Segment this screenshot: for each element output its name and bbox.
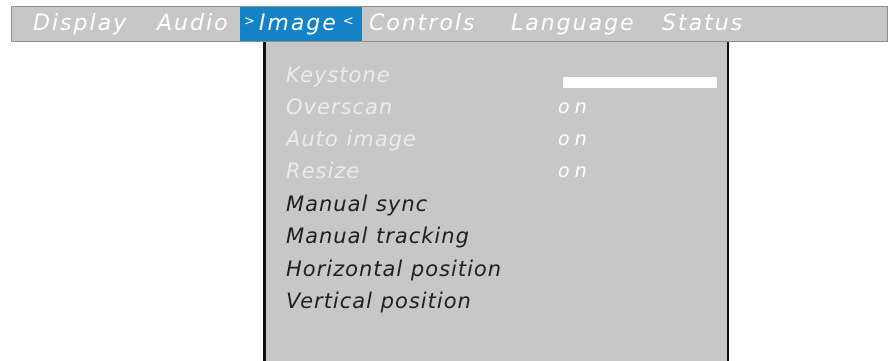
menu-item-manual-sync[interactable]: Manual sync xyxy=(286,189,428,219)
overscan-value: on xyxy=(558,96,592,118)
tab-display[interactable]: Display xyxy=(33,7,128,41)
top-menu-bar: Display Audio >Image < Controls Language … xyxy=(11,6,888,42)
menu-item-overscan[interactable]: Overscan xyxy=(286,92,393,122)
tab-controls[interactable]: Controls xyxy=(369,7,476,41)
tab-image[interactable]: >Image < xyxy=(240,7,362,41)
arrow-right-icon: > xyxy=(244,14,257,29)
arrow-left-icon: < xyxy=(342,14,356,29)
menu-item-resize[interactable]: Resize xyxy=(286,156,360,186)
tab-image-label: Image xyxy=(258,11,338,36)
image-submenu: Keystone Overscan on Auto image on Resiz… xyxy=(263,42,729,361)
menu-item-manual-tracking[interactable]: Manual tracking xyxy=(286,221,470,251)
tab-audio[interactable]: Audio xyxy=(157,7,230,41)
menu-item-vertical-position[interactable]: Vertical position xyxy=(286,286,472,316)
menu-item-keystone[interactable]: Keystone xyxy=(286,60,391,90)
menu-item-horizontal-position[interactable]: Horizontal position xyxy=(286,254,502,284)
resize-value: on xyxy=(558,160,592,182)
keystone-slider[interactable] xyxy=(563,77,717,88)
tab-language[interactable]: Language xyxy=(511,7,636,41)
menu-item-auto-image[interactable]: Auto image xyxy=(286,124,417,154)
auto-image-value: on xyxy=(558,128,592,150)
tab-status[interactable]: Status xyxy=(662,7,744,41)
